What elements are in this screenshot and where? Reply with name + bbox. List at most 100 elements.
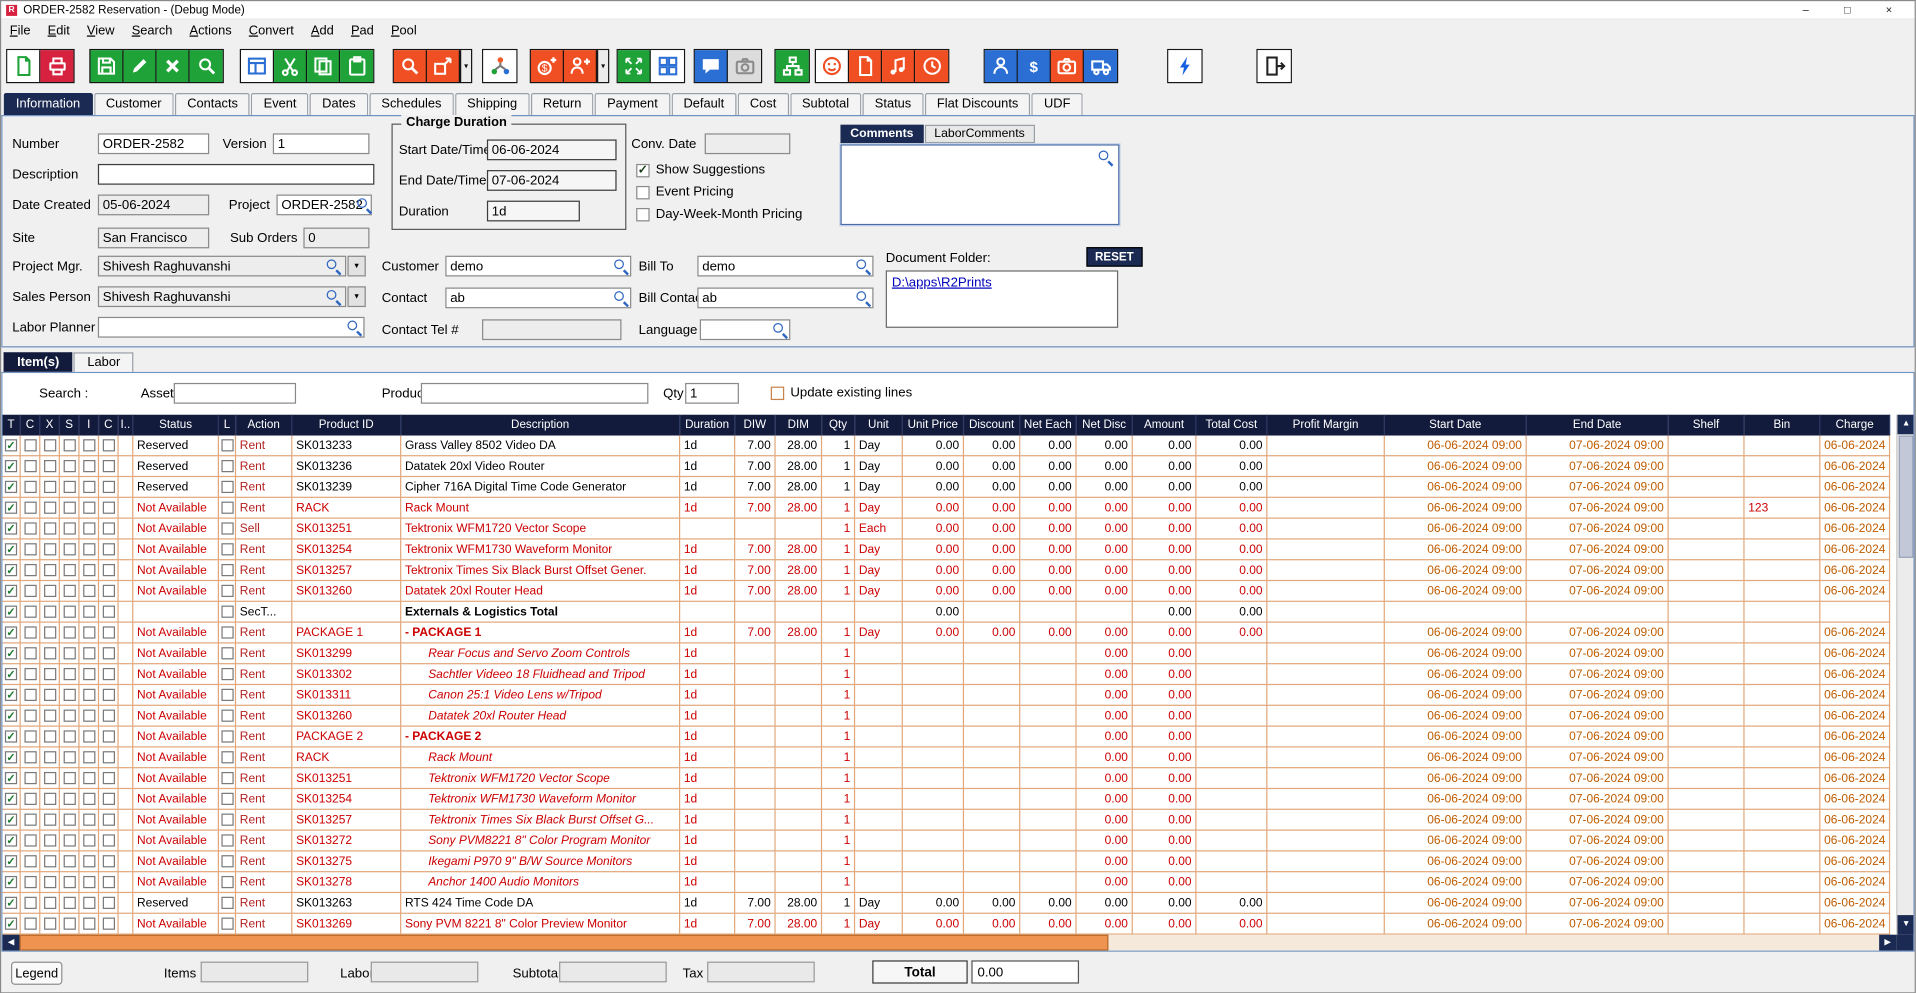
row-checkbox[interactable] — [63, 730, 75, 742]
row-checkbox[interactable] — [5, 668, 17, 680]
description-field[interactable] — [98, 164, 374, 185]
show-suggestions-checkbox[interactable]: ✓ — [636, 163, 649, 176]
col-header-total-cost[interactable]: Total Cost — [1196, 415, 1267, 436]
row-checkbox[interactable] — [24, 522, 36, 534]
row-checkbox[interactable] — [102, 855, 114, 867]
menu-actions[interactable]: Actions — [181, 23, 240, 38]
row-checkbox[interactable] — [83, 855, 95, 867]
menu-add[interactable]: Add — [302, 23, 342, 38]
row-checkbox[interactable] — [43, 730, 55, 742]
row-checkbox[interactable] — [63, 564, 75, 576]
table-row[interactable]: Not AvailableRentSK013275Ikegami P970 9"… — [2, 851, 1890, 872]
row-checkbox[interactable] — [5, 689, 17, 701]
row-checkbox[interactable] — [221, 522, 233, 534]
row-checkbox[interactable] — [5, 543, 17, 555]
row-checkbox[interactable] — [221, 730, 233, 742]
table-row[interactable]: Not AvailableRentSK013269Sony PVM 8221 8… — [2, 914, 1890, 935]
number-field[interactable] — [98, 133, 209, 154]
row-checkbox[interactable] — [221, 710, 233, 722]
table-row[interactable]: Not AvailableRentSK013257Tektronix Times… — [2, 810, 1890, 831]
col-header-charge[interactable]: Charge — [1820, 415, 1890, 436]
comments-textarea[interactable] — [840, 144, 1119, 225]
row-checkbox[interactable] — [102, 689, 114, 701]
language-lookup-icon[interactable] — [772, 322, 788, 338]
row-checkbox[interactable] — [102, 522, 114, 534]
sales-person-lookup-icon[interactable] — [325, 289, 341, 305]
row-checkbox[interactable] — [221, 439, 233, 451]
row-checkbox[interactable] — [43, 647, 55, 659]
refresh-flash-icon[interactable] — [1168, 50, 1201, 82]
col-header-i[interactable]: I — [80, 415, 100, 436]
tab-cost[interactable]: Cost — [738, 93, 789, 115]
row-checkbox[interactable] — [83, 897, 95, 909]
row-checkbox[interactable] — [5, 897, 17, 909]
event-pricing-checkbox[interactable] — [636, 185, 649, 198]
exit-door-icon[interactable] — [1258, 50, 1291, 82]
row-checkbox[interactable] — [24, 793, 36, 805]
row-checkbox[interactable] — [83, 460, 95, 472]
row-checkbox[interactable] — [102, 460, 114, 472]
labor-planner-field[interactable] — [98, 317, 365, 338]
table-row[interactable]: Not AvailableRentSK013272Sony PVM8221 8"… — [2, 831, 1890, 852]
row-checkbox[interactable] — [221, 772, 233, 784]
contact-field[interactable] — [445, 287, 631, 308]
row-checkbox[interactable] — [43, 502, 55, 514]
row-checkbox[interactable] — [83, 668, 95, 680]
row-checkbox[interactable] — [83, 730, 95, 742]
row-checkbox[interactable] — [83, 439, 95, 451]
tab-default[interactable]: Default — [671, 93, 736, 115]
tab-event[interactable]: Event — [251, 93, 308, 115]
row-checkbox[interactable] — [24, 543, 36, 555]
row-checkbox[interactable] — [24, 460, 36, 472]
bill-contact-lookup-icon[interactable] — [855, 290, 871, 306]
customer-field[interactable] — [445, 256, 631, 277]
row-checkbox[interactable] — [24, 439, 36, 451]
row-checkbox[interactable] — [24, 855, 36, 867]
row-checkbox[interactable] — [24, 772, 36, 784]
row-checkbox[interactable] — [43, 606, 55, 618]
table-row[interactable]: Not AvailableRentSK013260Datatek 20xl Ro… — [2, 581, 1890, 602]
table-row[interactable]: ReservedRentSK013236Datatek 20xl Video R… — [2, 456, 1890, 477]
row-checkbox[interactable] — [83, 585, 95, 597]
row-checkbox[interactable] — [63, 585, 75, 597]
billing-dollar-icon[interactable]: $ — [1018, 50, 1051, 82]
row-checkbox[interactable] — [102, 876, 114, 888]
col-header-diw[interactable]: DIW — [735, 415, 775, 436]
row-checkbox[interactable] — [24, 876, 36, 888]
row-checkbox[interactable] — [5, 460, 17, 472]
copy-icon[interactable] — [307, 50, 340, 82]
paste-icon[interactable] — [340, 50, 373, 82]
table-row[interactable]: Not AvailableRentSK013278Anchor 1400 Aud… — [2, 872, 1890, 893]
col-header-product-id[interactable]: Product ID — [292, 415, 401, 436]
row-checkbox[interactable] — [24, 834, 36, 846]
update-existing-lines-check[interactable]: Update existing lines — [771, 385, 912, 400]
menu-convert[interactable]: Convert — [240, 23, 302, 38]
row-checkbox[interactable] — [5, 855, 17, 867]
dwm-pricing-checkbox[interactable] — [636, 207, 649, 220]
customer-lookup-icon[interactable] — [613, 258, 629, 274]
row-checkbox[interactable] — [221, 647, 233, 659]
menu-file[interactable]: File — [1, 23, 39, 38]
tab-flat-discounts[interactable]: Flat Discounts — [925, 93, 1031, 115]
row-checkbox[interactable] — [102, 502, 114, 514]
table-row[interactable]: SecT...Externals & Logistics Total0.000.… — [2, 602, 1890, 623]
tab-return[interactable]: Return — [531, 93, 594, 115]
table-row[interactable]: Not AvailableRentRACKRack Mount1d10.000.… — [2, 747, 1890, 768]
tab-schedules[interactable]: Schedules — [369, 93, 453, 115]
row-checkbox[interactable] — [83, 689, 95, 701]
row-checkbox[interactable] — [102, 626, 114, 638]
dropdown-arrow-icon[interactable]: ▾ — [460, 50, 471, 82]
horizontal-scroll-thumb[interactable] — [20, 935, 1109, 951]
table-row[interactable]: Not AvailableRentRACKRack Mount1d7.0028.… — [2, 498, 1890, 519]
row-checkbox[interactable] — [102, 481, 114, 493]
table-row[interactable]: Not AvailableRentSK013254Tektronix WFM17… — [2, 540, 1890, 561]
row-checkbox[interactable] — [63, 855, 75, 867]
row-checkbox[interactable] — [102, 793, 114, 805]
row-checkbox[interactable] — [5, 439, 17, 451]
edit-icon[interactable] — [124, 50, 157, 82]
row-checkbox[interactable] — [63, 834, 75, 846]
row-checkbox[interactable] — [5, 751, 17, 763]
reset-button[interactable]: RESET — [1086, 247, 1142, 267]
comments-lookup-icon[interactable] — [1097, 149, 1113, 165]
shipping-truck-icon[interactable] — [1084, 50, 1117, 82]
